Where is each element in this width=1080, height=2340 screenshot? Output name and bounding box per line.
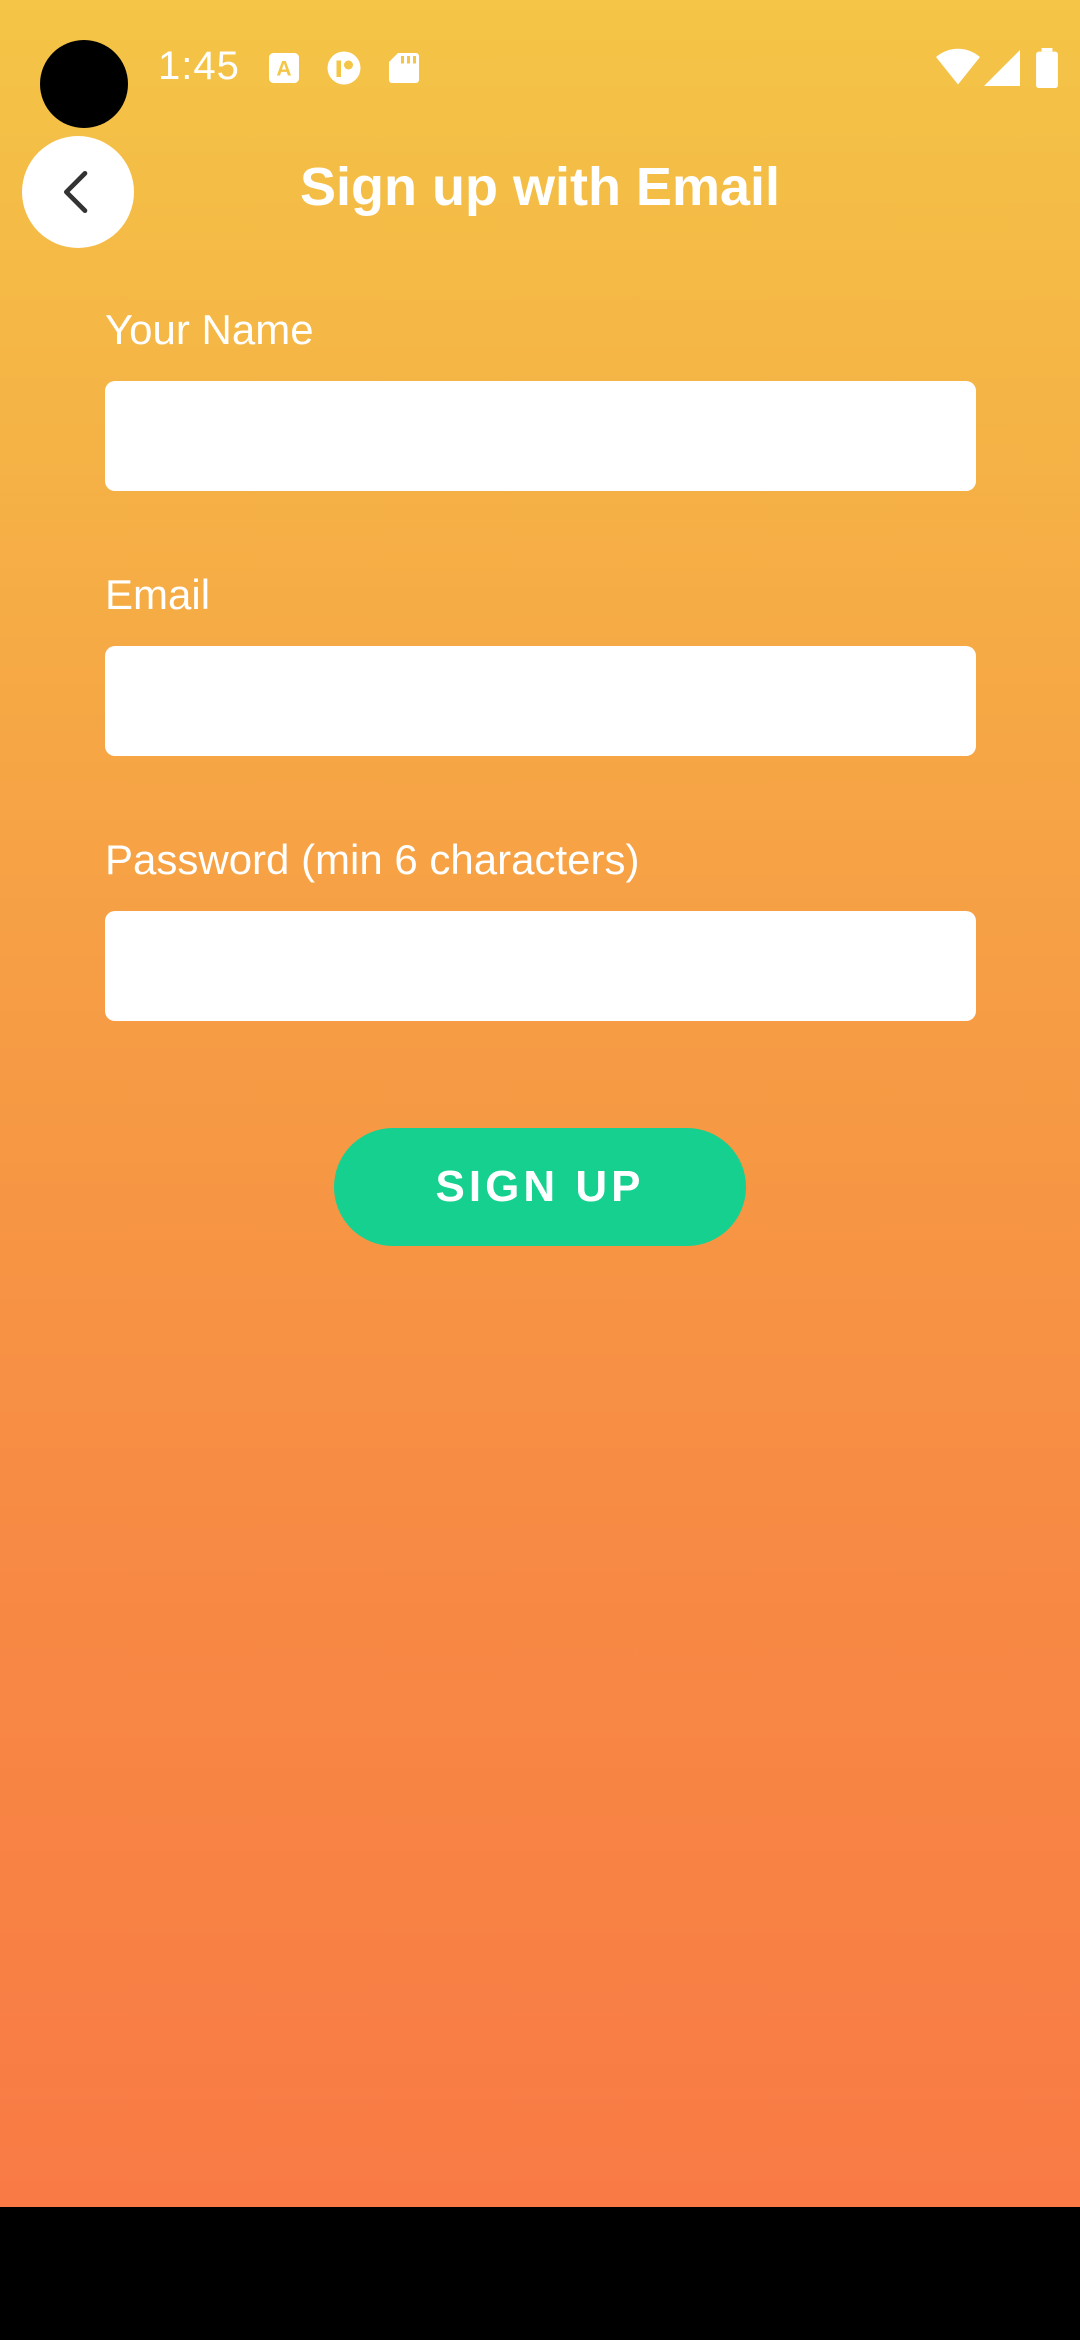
password-label: Password (min 6 characters)	[105, 836, 640, 883]
status-time: 1:45	[158, 44, 240, 88]
camera-cutout	[40, 40, 128, 128]
sd-card-icon	[386, 50, 422, 86]
navigation-bar	[0, 2207, 1080, 2340]
signup-screen: 1:45 A Sign up with Email Your Name Emai…	[0, 0, 1080, 2207]
svg-text:A: A	[276, 58, 291, 81]
password-input[interactable]	[105, 911, 976, 1021]
wifi-icon	[936, 48, 980, 88]
name-label: Your Name	[105, 306, 314, 353]
translate-icon: A	[266, 50, 302, 86]
page-title: Sign up with Email	[299, 157, 780, 217]
status-bar: 1:45 A	[0, 0, 1080, 140]
signal-icon	[984, 48, 1020, 88]
email-label: Email	[105, 571, 211, 618]
sign-up-button[interactable]: SIGN UP	[334, 1128, 746, 1246]
app-notification-icon	[326, 50, 362, 86]
battery-icon	[1036, 48, 1058, 88]
name-input[interactable]	[105, 381, 976, 491]
email-input[interactable]	[105, 646, 976, 756]
